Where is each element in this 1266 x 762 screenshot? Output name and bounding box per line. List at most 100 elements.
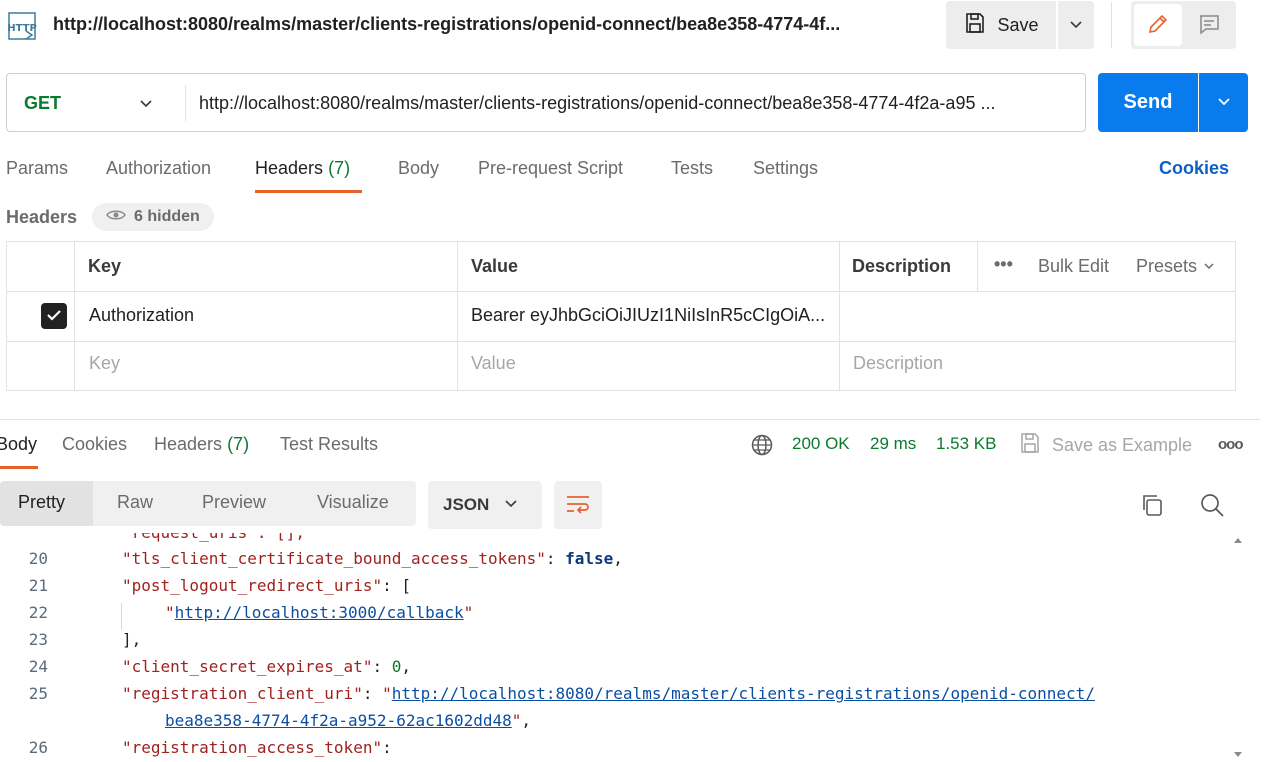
code-line: "http://localhost:3000/callback" xyxy=(165,603,473,622)
tab-pre-request-script[interactable]: Pre-request Script xyxy=(478,158,623,179)
wrap-lines-icon xyxy=(565,493,591,518)
json-sep: : xyxy=(545,549,566,568)
column-header-key: Key xyxy=(88,256,122,276)
format-select[interactable]: JSON xyxy=(428,481,542,529)
status-code[interactable]: 200 OK xyxy=(792,434,850,454)
json-link[interactable]: http://localhost:8080/realms/master/clie… xyxy=(392,684,1095,703)
save-as-example-label: Save as Example xyxy=(1052,435,1193,455)
json-quote: " xyxy=(382,684,392,703)
response-body-editor[interactable]: "request_uris": [], 20 "tls_client_certi… xyxy=(0,533,1238,762)
table-col-divider xyxy=(839,241,840,391)
response-tab-headers-label: Headers xyxy=(154,434,223,454)
tab-settings[interactable]: Settings xyxy=(753,158,818,179)
save-button[interactable]: Save xyxy=(946,1,1056,49)
line-number: 22 xyxy=(28,603,48,622)
url-input[interactable]: http://localhost:8080/realms/master/clie… xyxy=(199,93,1069,114)
response-more-options-button[interactable]: ooo xyxy=(1218,436,1243,453)
eye-icon xyxy=(106,208,126,227)
json-link[interactable]: bea8e358-4774-4f2a-a952-62ac1602dd48 xyxy=(165,711,512,730)
json-key: "tls_client_certificate_bound_access_tok… xyxy=(122,549,546,568)
table-row-divider xyxy=(6,341,1236,342)
chevron-down-icon xyxy=(1203,256,1215,277)
response-time[interactable]: 29 ms xyxy=(870,434,916,454)
json-quote: " xyxy=(463,603,474,622)
more-options-button[interactable]: ••• xyxy=(994,254,1013,275)
line-number: 25 xyxy=(28,684,48,703)
request-title[interactable]: http://localhost:8080/realms/master/clie… xyxy=(53,14,933,35)
code-line-wrapped: bea8e358-4774-4f2a-a952-62ac1602dd48", xyxy=(165,711,531,730)
copy-icon[interactable] xyxy=(1139,492,1165,521)
response-tab-cookies[interactable]: Cookies xyxy=(62,434,127,455)
new-header-description-input[interactable]: Description xyxy=(853,353,943,374)
tab-body[interactable]: Body xyxy=(398,158,439,179)
table-col-divider xyxy=(977,241,978,291)
tab-params[interactable]: Params xyxy=(6,158,68,179)
presets-dropdown[interactable]: Presets xyxy=(1136,256,1215,277)
chevron-down-icon xyxy=(1216,93,1232,112)
line-number: 24 xyxy=(28,657,48,676)
svg-text:HTTP: HTTP xyxy=(7,23,37,34)
response-tab-test-results[interactable]: Test Results xyxy=(280,434,378,455)
presets-label: Presets xyxy=(1136,256,1198,276)
new-header-key-input[interactable]: Key xyxy=(89,353,120,374)
save-label: Save xyxy=(997,14,1039,35)
json-value: [ xyxy=(401,576,411,595)
view-raw[interactable]: Raw xyxy=(117,492,153,513)
json-value: false xyxy=(565,549,614,568)
tab-headers[interactable]: Headers (7) xyxy=(255,158,350,179)
wrap-lines-button[interactable] xyxy=(554,481,602,529)
documentation-mode-button[interactable] xyxy=(1186,4,1232,46)
table-row-divider xyxy=(6,291,1236,292)
indent-guide xyxy=(121,603,122,630)
tab-headers-count: (7) xyxy=(328,158,351,178)
edit-mode-button[interactable] xyxy=(1134,4,1182,46)
send-options-button[interactable] xyxy=(1199,73,1248,132)
checkmark-icon xyxy=(45,306,63,327)
chevron-down-icon xyxy=(503,495,519,516)
method-select[interactable]: GET xyxy=(24,93,61,114)
header-key-cell[interactable]: Authorization xyxy=(89,305,194,326)
code-line: "registration_client_uri": "http://local… xyxy=(122,684,1095,703)
pencil-icon xyxy=(1146,12,1170,39)
table-col-divider xyxy=(74,241,75,391)
response-tab-body[interactable]: Body xyxy=(0,434,37,455)
save-options-button[interactable] xyxy=(1058,1,1094,49)
save-as-example-button[interactable]: Save as Example xyxy=(1018,431,1192,460)
json-key: "registration_access_token" xyxy=(122,738,383,757)
search-icon[interactable] xyxy=(1199,492,1225,521)
code-line: "tls_client_certificate_bound_access_tok… xyxy=(122,549,623,568)
toolbar-divider xyxy=(1111,2,1112,48)
save-icon xyxy=(1018,431,1042,460)
chevron-down-icon xyxy=(1068,16,1084,35)
http-request-icon: HTTP xyxy=(6,9,42,45)
bulk-edit-button[interactable]: Bulk Edit xyxy=(1038,256,1109,277)
view-preview[interactable]: Preview xyxy=(202,492,266,513)
line-number: 23 xyxy=(28,630,48,649)
json-key: "registration_client_uri" xyxy=(122,684,363,703)
tab-headers-label: Headers xyxy=(255,158,324,178)
response-size[interactable]: 1.53 KB xyxy=(936,434,997,454)
json-link[interactable]: http://localhost:3000/callback xyxy=(175,603,464,622)
chevron-down-icon[interactable] xyxy=(138,95,154,114)
headers-section-label: Headers xyxy=(6,207,78,227)
editor-scrollbar[interactable] xyxy=(1233,533,1243,762)
line-number: 26 xyxy=(28,738,48,757)
tab-authorization[interactable]: Authorization xyxy=(106,158,211,179)
json-quote: " xyxy=(511,711,522,730)
response-divider[interactable] xyxy=(0,419,1260,420)
cookies-link[interactable]: Cookies xyxy=(1159,158,1229,179)
hidden-headers-toggle[interactable]: 6 hidden xyxy=(92,203,214,231)
response-tab-headers[interactable]: Headers (7) xyxy=(154,434,249,455)
header-value-cell[interactable]: Bearer eyJhbGciOiJIUzI1NiIsInR5cCIgOiA..… xyxy=(471,305,835,326)
view-visualize[interactable]: Visualize xyxy=(317,492,389,513)
new-header-value-input[interactable]: Value xyxy=(471,353,516,374)
view-pretty[interactable]: Pretty xyxy=(18,492,65,513)
header-enabled-checkbox[interactable] xyxy=(41,303,67,329)
globe-icon[interactable] xyxy=(750,433,774,460)
tab-tests[interactable]: Tests xyxy=(671,158,713,179)
json-end: , xyxy=(401,657,411,676)
active-tab-indicator xyxy=(0,466,38,469)
json-end: , xyxy=(613,549,623,568)
response-tab-headers-count: (7) xyxy=(227,434,250,454)
send-button[interactable]: Send xyxy=(1098,73,1198,132)
